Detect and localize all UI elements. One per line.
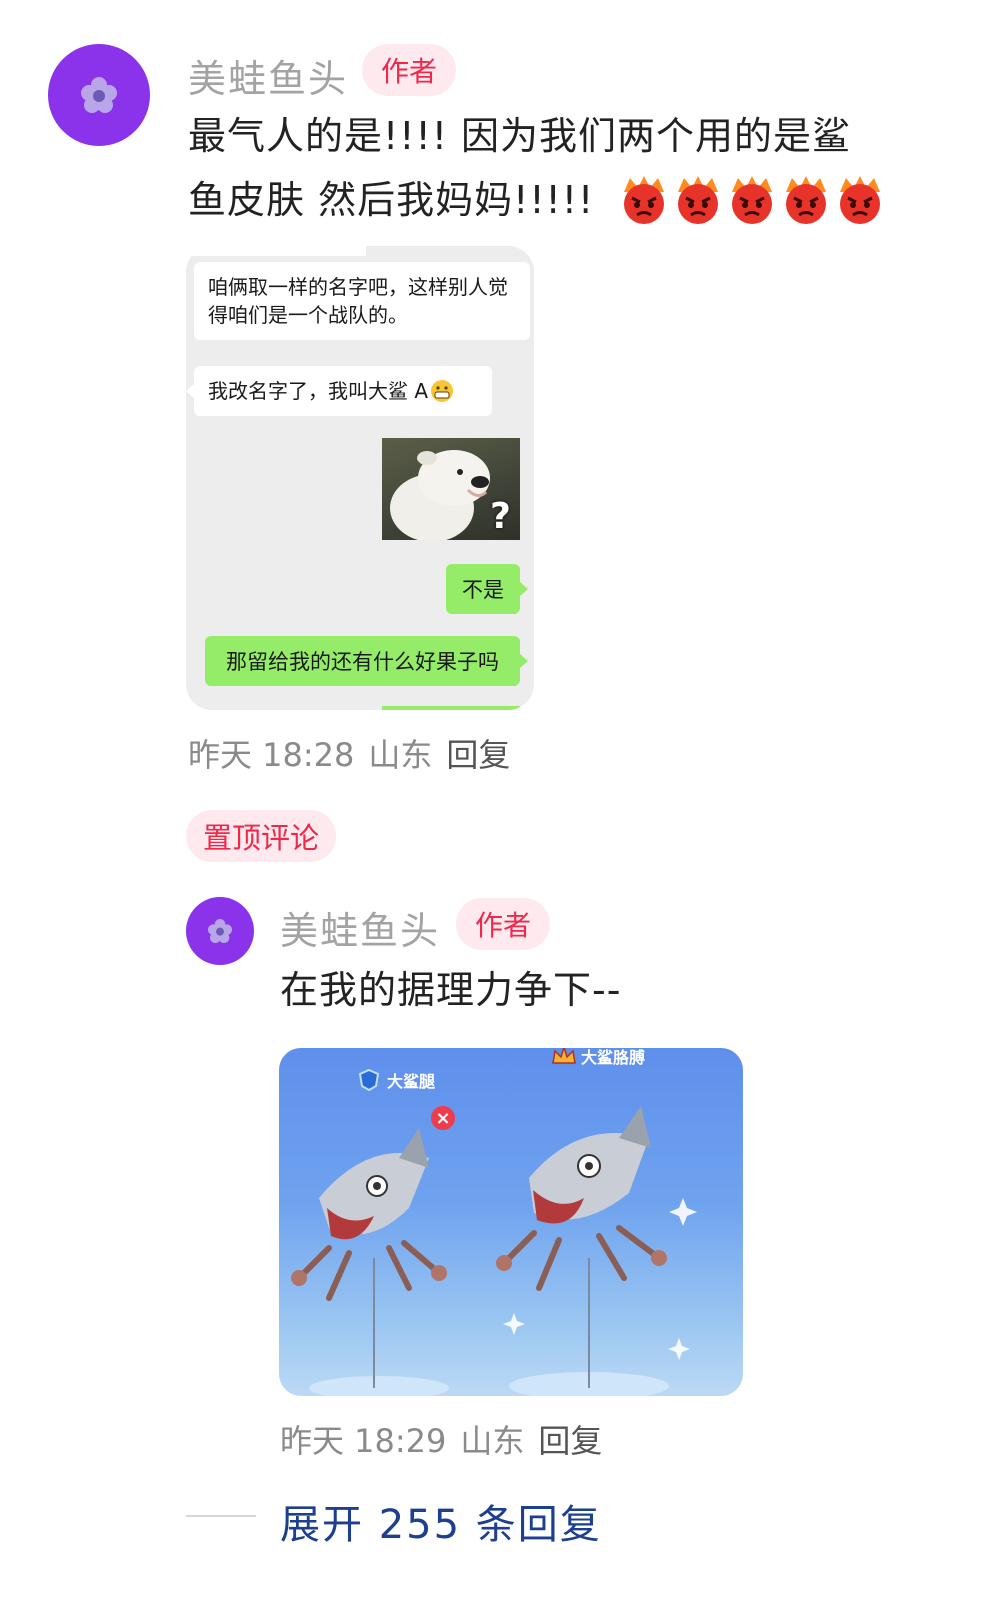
comment-text-line-1: 最气人的是!!!! 因为我们两个用的是鲨 xyxy=(188,114,852,158)
angry-face-icon xyxy=(786,176,827,224)
divider xyxy=(186,1515,256,1517)
angry-face-icon xyxy=(678,176,719,224)
reply-text: 在我的据理力争下-- xyxy=(280,968,622,1012)
comment-text-line-2: 鱼皮肤 然后我妈妈!!!!! xyxy=(188,178,595,222)
chat-message-received: 咱俩取一样的名字吧，这样别人觉得咱们是一个战队的。 xyxy=(194,262,530,340)
question-mark-overlay: ? xyxy=(490,496,511,537)
player-name-left: 大鲨腿 xyxy=(357,1068,435,1092)
player-name-right: 大鲨胳膊 xyxy=(551,1048,645,1068)
comment-location: 山东 xyxy=(368,736,433,774)
chat-message-received: 我改名字了，我叫大鲨 A xyxy=(194,366,492,416)
cropped-bubble-edge xyxy=(186,246,366,256)
cropped-bubble-edge xyxy=(382,706,520,710)
reply-avatar[interactable] xyxy=(186,897,254,965)
angry-face-icon xyxy=(624,176,665,224)
chat-message-sent: 那留给我的还有什么好果子吗 xyxy=(205,636,520,686)
reply-location: 山东 xyxy=(460,1422,525,1460)
reply-meta: 昨天 18:29 山东 回复 xyxy=(280,1416,602,1462)
comment-meta: 昨天 18:28 山东 回复 xyxy=(188,730,510,776)
comment-time: 昨天 18:28 xyxy=(188,736,355,774)
chat-screenshot-image[interactable]: 咱俩取一样的名字吧，这样别人觉得咱们是一个战队的。 我改名字了，我叫大鲨 A ?… xyxy=(186,246,534,710)
grinning-face-icon xyxy=(431,380,454,402)
shark-skin-image[interactable]: 大鲨腿 大鲨胳膊 × xyxy=(279,1048,743,1396)
expand-replies-button[interactable]: 展开 255 条回复 xyxy=(280,1492,602,1550)
angry-face-icon xyxy=(732,176,773,224)
reply-button[interactable]: 回复 xyxy=(446,730,510,776)
rank-shield-icon xyxy=(358,1068,380,1092)
flower-icon xyxy=(208,919,232,943)
reply-button[interactable]: 回复 xyxy=(538,1416,602,1462)
dog-meme-image: ? xyxy=(382,438,520,540)
close-icon: × xyxy=(431,1106,455,1130)
comment-text: 最气人的是!!!! 因为我们两个用的是鲨 鱼皮肤 然后我妈妈!!!!! xyxy=(188,104,968,232)
flower-icon xyxy=(81,77,117,113)
author-badge: 作者 xyxy=(362,44,456,96)
reply-time: 昨天 18:29 xyxy=(280,1422,447,1460)
angry-face-icon xyxy=(840,176,881,224)
angry-emoji-row xyxy=(618,174,886,226)
chat-message-sent: 不是 xyxy=(446,564,520,614)
pinned-comment-tag: 置顶评论 xyxy=(186,810,336,862)
avatar[interactable] xyxy=(48,44,150,146)
username[interactable]: 美蛙鱼头 xyxy=(188,48,348,103)
author-badge: 作者 xyxy=(456,898,550,950)
rank-crown-icon xyxy=(552,1048,576,1064)
reply-username[interactable]: 美蛙鱼头 xyxy=(280,900,440,955)
